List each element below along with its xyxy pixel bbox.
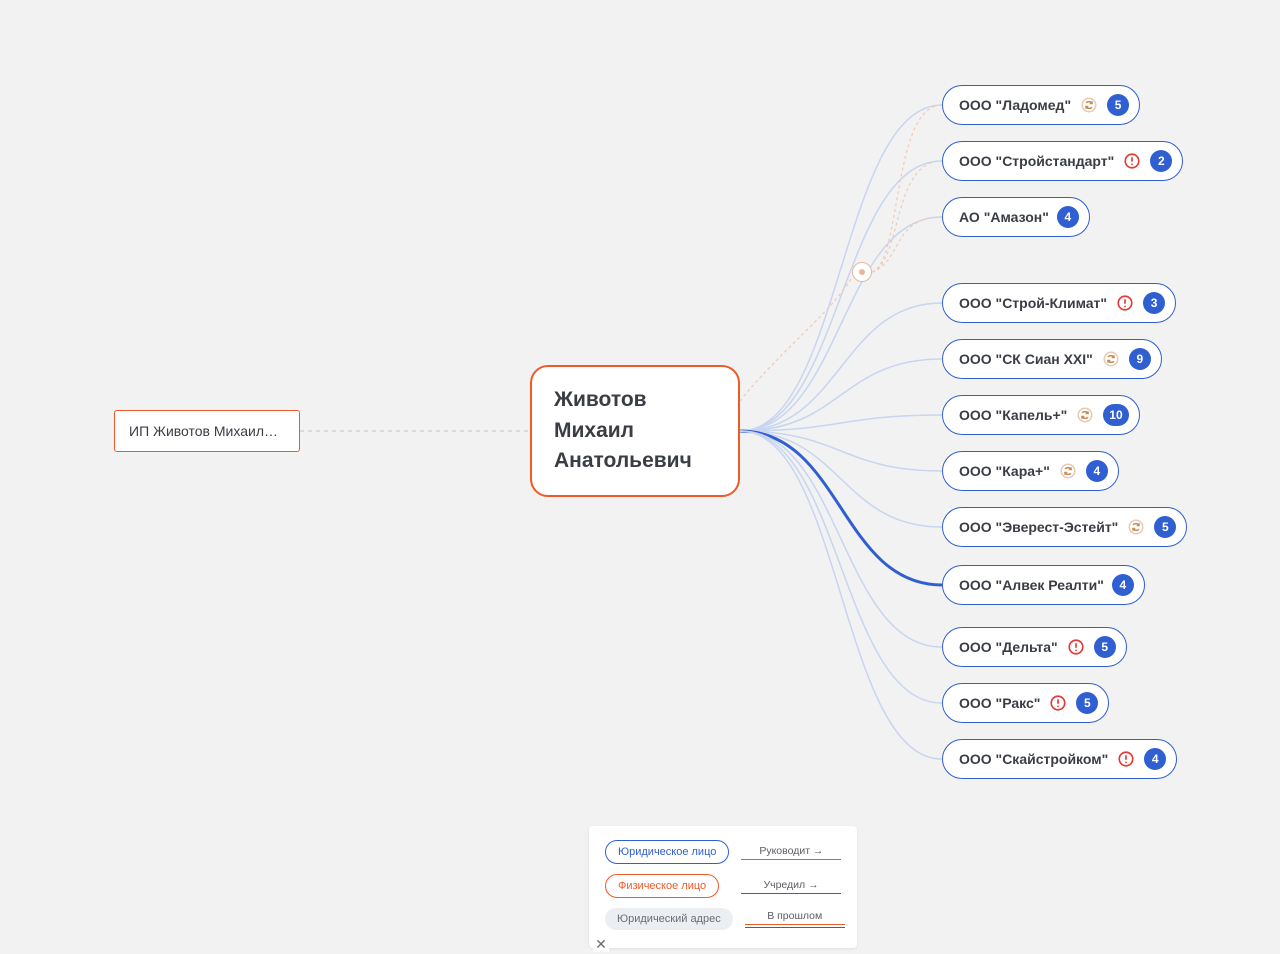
- legend-close-button[interactable]: ✕: [593, 936, 609, 952]
- count-badge: 10: [1103, 404, 1128, 426]
- left-node-label: ИП Животов Михаил…: [129, 423, 278, 439]
- right-node-label: ООО "Ракс": [959, 695, 1040, 711]
- right-node-label: ООО "Скайстройком": [959, 751, 1108, 767]
- count-badge: 5: [1094, 636, 1116, 658]
- refresh-icon: [1101, 349, 1121, 369]
- legend-panel: Юридическое лицо Руководит → Физическое …: [589, 826, 857, 948]
- right-node-label: ООО "Кара+": [959, 463, 1050, 479]
- refresh-icon: [1075, 405, 1095, 425]
- right-node-label: ООО "Стройстандарт": [959, 153, 1114, 169]
- warning-icon: [1115, 293, 1135, 313]
- right-node-label: АО "Амазон": [959, 209, 1049, 225]
- warning-icon: [1122, 151, 1142, 171]
- count-badge: 4: [1144, 748, 1166, 770]
- center-node-label: Животов Михаил Анатольевич: [554, 385, 716, 476]
- right-node-8[interactable]: ООО "Алвек Реалти" 4: [942, 565, 1145, 605]
- right-node-10[interactable]: ООО "Ракс" 5: [942, 683, 1109, 723]
- right-node-0[interactable]: ООО "Ладомед" 5: [942, 85, 1140, 125]
- right-node-3[interactable]: ООО "Строй-Климат" 3: [942, 283, 1176, 323]
- left-node-ip[interactable]: ИП Животов Михаил…: [114, 410, 300, 452]
- refresh-icon: [1079, 95, 1099, 115]
- right-node-label: ООО "СК Сиан XXI": [959, 351, 1093, 367]
- right-node-label: ООО "Дельта": [959, 639, 1058, 655]
- count-badge: 5: [1154, 516, 1176, 538]
- right-node-4[interactable]: ООО "СК Сиан XXI" 9: [942, 339, 1162, 379]
- count-badge: 5: [1076, 692, 1098, 714]
- right-node-11[interactable]: ООО "Скайстройком" 4: [942, 739, 1177, 779]
- right-node-7[interactable]: ООО "Эверест-Эстейт" 5: [942, 507, 1187, 547]
- count-badge: 2: [1150, 150, 1172, 172]
- right-node-5[interactable]: ООО "Капель+" 10: [942, 395, 1140, 435]
- refresh-icon: [1126, 517, 1146, 537]
- count-badge: 4: [1086, 460, 1108, 482]
- right-node-2[interactable]: АО "Амазон" 4: [942, 197, 1090, 237]
- warning-icon: [1048, 693, 1068, 713]
- count-badge: 5: [1107, 94, 1129, 116]
- legend-legal-address: Юридический адрес: [605, 908, 733, 930]
- count-badge: 3: [1143, 292, 1165, 314]
- right-node-1[interactable]: ООО "Стройстандарт" 2: [942, 141, 1183, 181]
- legend-founded: Учредил →: [741, 879, 841, 894]
- legend-in-past: В прошлом: [745, 910, 845, 928]
- right-node-6[interactable]: ООО "Кара+" 4: [942, 451, 1119, 491]
- legend-manages: Руководит →: [741, 845, 841, 860]
- warning-icon: [1116, 749, 1136, 769]
- legend-individual: Физическое лицо: [605, 874, 719, 898]
- right-node-label: ООО "Строй-Климат": [959, 295, 1107, 311]
- count-badge: 9: [1129, 348, 1151, 370]
- right-node-label: ООО "Эверест-Эстейт": [959, 519, 1118, 535]
- right-node-label: ООО "Ладомед": [959, 97, 1071, 113]
- right-node-label: ООО "Капель+": [959, 407, 1067, 423]
- count-badge: 4: [1112, 574, 1134, 596]
- right-node-label: ООО "Алвек Реалти": [959, 577, 1104, 593]
- warning-icon: [1066, 637, 1086, 657]
- right-node-9[interactable]: ООО "Дельта" 5: [942, 627, 1127, 667]
- center-node-person[interactable]: Животов Михаил Анатольевич: [530, 365, 740, 497]
- graph-canvas[interactable]: ИП Животов Михаил… Животов Михаил Анатол…: [0, 0, 1280, 954]
- refresh-icon: [1058, 461, 1078, 481]
- legend-legal-entity: Юридическое лицо: [605, 840, 729, 864]
- count-badge: 4: [1057, 206, 1079, 228]
- hub-marker: [852, 262, 872, 282]
